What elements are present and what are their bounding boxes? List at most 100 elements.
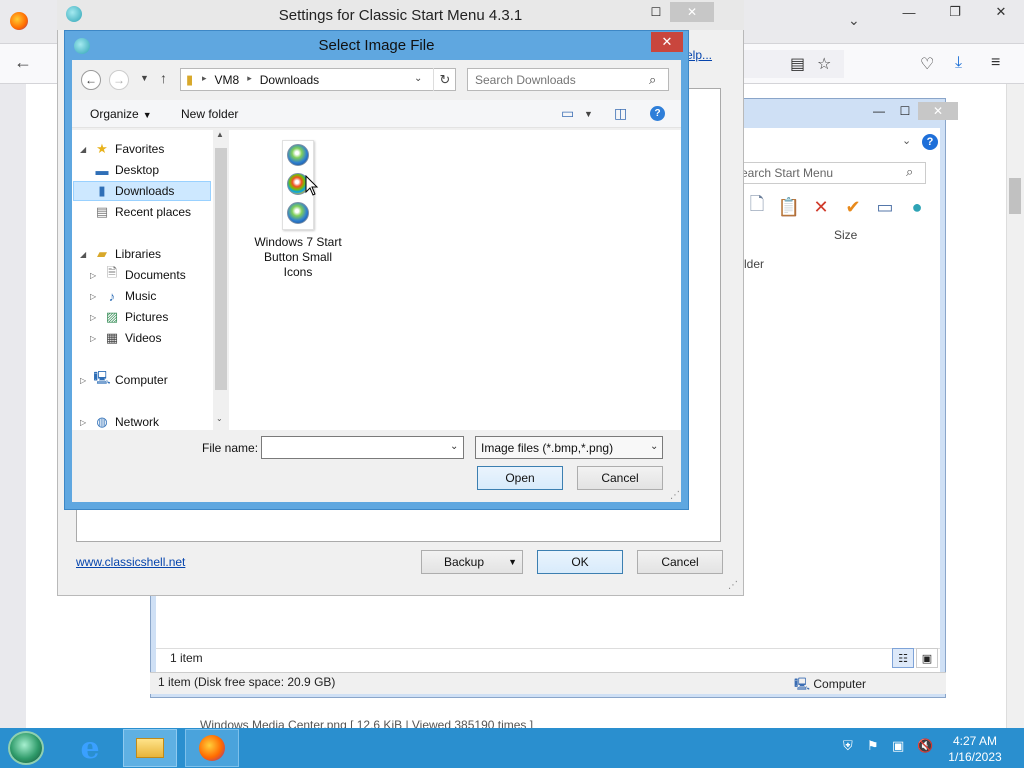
internet-explorer-icon[interactable]: e (70, 730, 110, 766)
file-name-dropdown-icon[interactable]: ⌄ (450, 441, 458, 452)
dialog-title: Select Image File (318, 37, 435, 54)
minimize-icon[interactable]: — (866, 102, 892, 120)
collapsed-chevron-icon[interactable]: ▷ (90, 271, 100, 280)
firefox-tab-favicon-icon[interactable] (10, 12, 28, 30)
tree-item-favorites[interactable]: ◢ ★ Favorites (80, 139, 164, 159)
view-options-chevron-icon[interactable]: ▼ (584, 109, 593, 119)
help-icon[interactable]: ? (922, 134, 938, 150)
collapsed-chevron-icon[interactable]: ▷ (80, 418, 90, 427)
search-icon[interactable]: ⌕ (906, 164, 913, 180)
tree-item-documents[interactable]: ▷ 🗎 Documents (90, 265, 186, 285)
refresh-icon[interactable]: ↻ (433, 68, 456, 91)
new-item-icon[interactable]: 🗋 (744, 194, 770, 220)
organize-button[interactable]: Organize ▼ (90, 107, 152, 121)
classic-shell-icon[interactable]: ● (904, 194, 930, 220)
tree-item-computer[interactable]: ▷ 🖳 Computer (80, 370, 168, 390)
pictures-icon: ▨ (105, 309, 119, 324)
action-center-icon[interactable]: ⛨ (843, 738, 853, 754)
rename-icon[interactable]: ▭ (872, 194, 898, 220)
backup-button[interactable]: Backup ▼ (421, 550, 523, 574)
firefox-icon (199, 735, 225, 761)
address-dropdown-icon[interactable]: ⌄ (414, 73, 422, 84)
flag-icon[interactable]: ⚑ (867, 738, 879, 754)
tree-item-videos[interactable]: ▷ ▦ Videos (90, 328, 161, 348)
breadcrumb-downloads[interactable]: Downloads (260, 73, 319, 87)
collapsed-chevron-icon[interactable]: ▷ (90, 313, 100, 322)
column-header-size[interactable]: Size (834, 228, 857, 242)
download-icon[interactable]: ⤓ (955, 54, 962, 72)
minimize-icon[interactable]: — (886, 0, 932, 24)
maximize-icon[interactable]: ☐ (892, 102, 918, 120)
classicshell-website-link[interactable]: www.classicshell.net (76, 555, 185, 569)
paste-icon[interactable]: 📋 (776, 194, 802, 220)
search-icon[interactable]: ⌕ (649, 72, 656, 88)
settings-window-controls: ☐ ✕ (642, 2, 714, 22)
system-clock[interactable]: 4:27 AM 1/16/2023 (940, 733, 1010, 765)
explorer-toolbar: 🗋 📋 ✕ ✔ ▭ ● (744, 194, 930, 220)
back-arrow-icon[interactable]: ← (14, 52, 32, 73)
expanded-chevron-icon[interactable]: ◢ (80, 145, 90, 154)
tree-item-desktop[interactable]: ▬ Desktop (94, 160, 160, 180)
restore-icon[interactable]: ❐ (932, 0, 978, 24)
close-icon[interactable]: ✕ (918, 102, 958, 120)
file-explorer-taskbar-button[interactable] (123, 729, 177, 767)
delete-icon[interactable]: ✕ (808, 194, 834, 220)
page-scrollbar-thumb[interactable] (1009, 178, 1021, 214)
open-button[interactable]: Open (477, 466, 563, 490)
resize-grip-icon[interactable]: ⋰ (728, 580, 738, 591)
list-all-tabs-chevron-icon[interactable]: ⌄ (848, 12, 860, 29)
navigation-scrollbar-thumb[interactable] (215, 148, 227, 390)
dialog-close-button[interactable]: ✕ (651, 32, 683, 52)
tree-item-downloads[interactable]: ▮ Downloads (73, 181, 211, 201)
search-downloads-input[interactable] (473, 72, 643, 88)
scroll-up-icon[interactable]: ▲ (216, 130, 224, 139)
tree-item-libraries[interactable]: ◢ ▰ Libraries (80, 244, 161, 264)
new-folder-button[interactable]: New folder (181, 107, 238, 121)
expanded-chevron-icon[interactable]: ◢ (80, 250, 90, 259)
dialog-cancel-button[interactable]: Cancel (577, 466, 663, 490)
documents-icon: 🗎 (106, 265, 118, 280)
tree-item-pictures[interactable]: ▷ ▨ Pictures (90, 307, 168, 327)
breadcrumb-vm8[interactable]: VM8 (215, 73, 240, 87)
explorer-status-bar (156, 648, 940, 672)
tree-item-network[interactable]: ▷ ◍ Network (80, 412, 159, 432)
start-button-icon[interactable] (8, 731, 44, 765)
back-arrow-icon[interactable]: ← (81, 70, 101, 90)
close-icon[interactable]: ✕ (670, 2, 714, 22)
tree-item-recent-places[interactable]: ▤ Recent places (94, 202, 191, 222)
volume-muted-icon[interactable]: 🔇 (917, 738, 933, 754)
network-status-icon[interactable]: ▣ (892, 738, 904, 754)
help-icon[interactable]: ? (650, 106, 665, 121)
collapsed-chevron-icon[interactable]: ▷ (80, 376, 90, 385)
explorer-ribbon-chevron-icon[interactable]: ⌄ (902, 134, 911, 147)
file-name-input[interactable] (265, 440, 445, 456)
firefox-taskbar-button[interactable] (185, 729, 239, 767)
reader-view-icon[interactable]: ▤ (790, 54, 805, 74)
scroll-down-icon[interactable]: ⌄ (216, 414, 223, 423)
details-view-icon[interactable]: ☷ (892, 648, 914, 668)
explorer-search-input[interactable]: earch Start Menu (736, 162, 926, 184)
tree-item-music[interactable]: ▷ ♪ Music (90, 286, 156, 306)
filter-dropdown-icon[interactable]: ⌄ (650, 441, 658, 452)
maximize-icon[interactable]: ☐ (642, 2, 670, 22)
file-type-filter[interactable]: Image files (*.bmp,*.png) (475, 436, 663, 459)
recent-locations-chevron-icon[interactable]: ▼ (140, 73, 149, 83)
pocket-icon[interactable]: ♡ (920, 54, 934, 74)
collapsed-chevron-icon[interactable]: ▷ (90, 292, 100, 301)
menu-icon[interactable]: ≡ (991, 54, 1000, 72)
firefox-window-controls: — ❐ ✕ (886, 0, 1024, 24)
collapsed-chevron-icon[interactable]: ▷ (90, 334, 100, 343)
help-link[interactable]: elp... (686, 48, 712, 62)
resize-grip-icon[interactable]: ⋰ (670, 490, 680, 501)
large-icons-view-icon[interactable]: ▣ (916, 648, 938, 668)
change-view-icon[interactable]: ▭ (561, 105, 574, 122)
settings-cancel-button[interactable]: Cancel (637, 550, 723, 574)
close-icon[interactable]: ✕ (978, 0, 1024, 24)
page-left-gutter (0, 84, 26, 728)
forward-arrow-icon[interactable]: → (109, 70, 129, 90)
preview-pane-icon[interactable]: ◫ (614, 105, 627, 122)
up-arrow-icon[interactable]: ↑ (160, 70, 167, 86)
ok-button[interactable]: OK (537, 550, 623, 574)
check-icon[interactable]: ✔ (840, 194, 866, 220)
bookmark-star-icon[interactable]: ☆ (817, 54, 831, 74)
